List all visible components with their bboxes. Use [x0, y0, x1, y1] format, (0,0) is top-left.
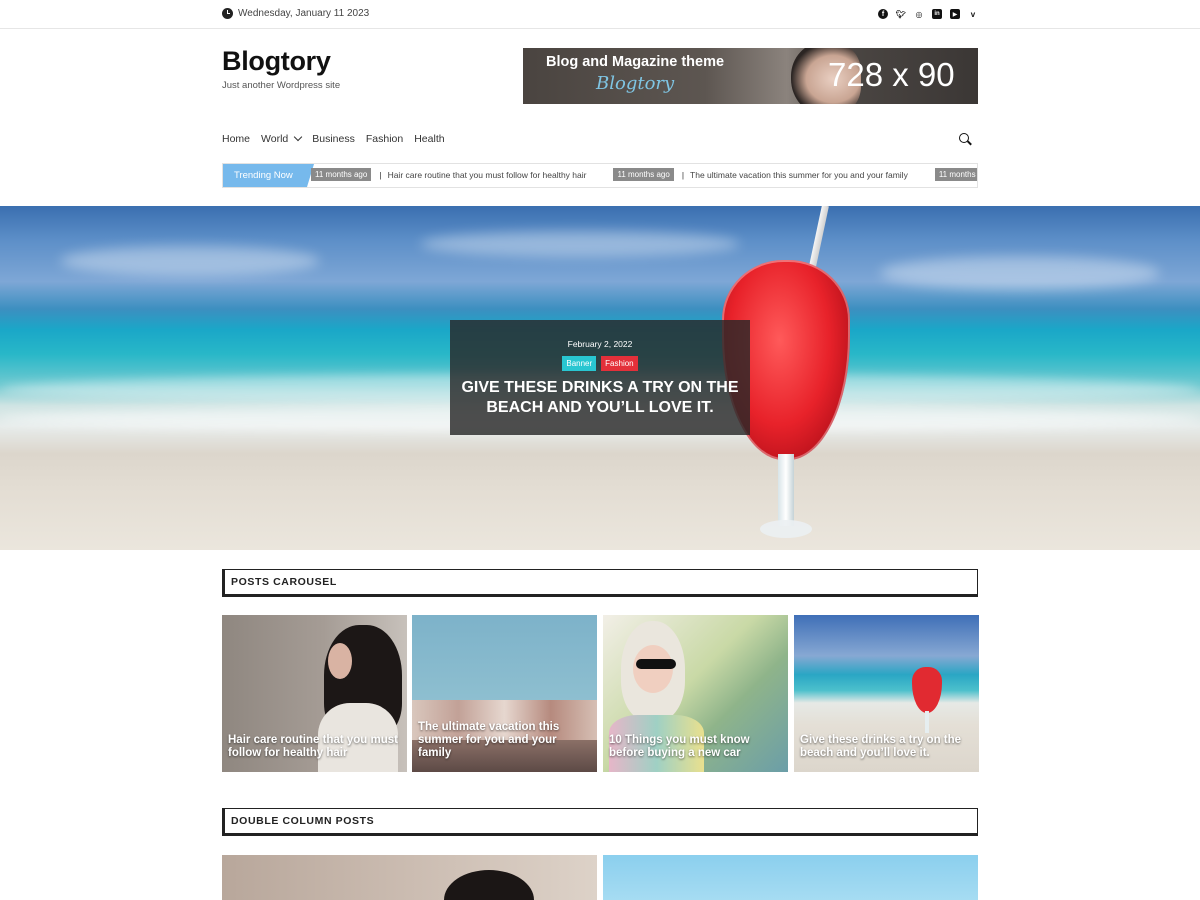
card-image-stem — [925, 711, 929, 733]
nav-item-home[interactable]: Home — [222, 133, 250, 145]
category-badge-banner[interactable]: Banner — [562, 356, 597, 371]
section-header-carousel: POSTS CAROUSEL — [222, 569, 978, 597]
chevron-down-icon — [294, 132, 303, 142]
carousel-card-title[interactable]: Give these drinks a try on the beach and… — [800, 734, 973, 760]
trending-link[interactable]: The ultimate vacation this summer for yo… — [690, 170, 908, 180]
category-badge-fashion[interactable]: Fashion — [601, 356, 638, 371]
section-header-double-column: DOUBLE COLUMN POSTS — [222, 808, 978, 836]
section-title: POSTS CAROUSEL — [231, 576, 337, 588]
carousel-card-title[interactable]: The ultimate vacation this summer for yo… — [418, 721, 591, 760]
hero-card: February 2, 2022 Banner Fashion GIVE THE… — [450, 320, 750, 435]
carousel-card[interactable]: Hair care routine that you must follow f… — [222, 615, 407, 772]
social-links: f 🐦︎ ◎ in ▶ v — [878, 9, 978, 19]
trending-bar: Trending Now 11 months ago | Hair care r… — [222, 163, 978, 188]
hero-cloud — [420, 231, 740, 257]
carousel-card-title[interactable]: 10 Things you must know before buying a … — [609, 734, 782, 760]
site-tagline: Just another Wordpress site — [222, 80, 341, 91]
ad-line-1: Blog and Magazine theme — [546, 54, 725, 70]
post-image-hair — [444, 870, 534, 900]
nav-item-world[interactable]: World — [261, 132, 303, 145]
vimeo-icon[interactable]: v — [968, 9, 978, 19]
card-image-face — [328, 643, 352, 679]
nav-item-world-label: World — [261, 133, 289, 145]
ad-size: 728 x 90 — [828, 56, 955, 93]
card-image — [912, 667, 942, 713]
section-title: DOUBLE COLUMN POSTS — [231, 815, 375, 827]
double-column-post-image[interactable] — [603, 855, 978, 900]
hero-cloud — [880, 256, 1160, 290]
carousel-card[interactable]: Give these drinks a try on the beach and… — [794, 615, 979, 772]
carousel-card-title[interactable]: Hair care routine that you must follow f… — [228, 734, 401, 760]
double-column-post-image[interactable] — [222, 855, 597, 900]
linkedin-icon[interactable]: in — [932, 9, 942, 19]
trending-time: 11 months ago — [934, 168, 977, 181]
nav-item-health[interactable]: Health — [414, 133, 444, 145]
trending-link[interactable]: Hair care routine that you must follow f… — [388, 170, 587, 180]
trending-time: 11 months ago — [613, 168, 674, 181]
trending-time: 11 months ago — [311, 168, 372, 181]
main-nav: Home World Business Fashion Health — [222, 132, 445, 145]
site-title[interactable]: Blogtory — [222, 46, 331, 77]
trending-label: Trending Now — [223, 164, 314, 187]
hero-banner[interactable]: February 2, 2022 Banner Fashion GIVE THE… — [0, 206, 1200, 550]
nav-item-fashion[interactable]: Fashion — [366, 133, 403, 145]
clock-icon — [222, 8, 233, 19]
search-icon[interactable] — [959, 133, 972, 146]
youtube-icon[interactable]: ▶ — [950, 9, 960, 19]
ad-line-2: Blogtory — [596, 73, 675, 94]
ad-banner[interactable]: Blog and Magazine theme Blogtory 728 x 9… — [523, 48, 978, 104]
trending-separator: | — [379, 169, 382, 180]
card-image-face — [633, 645, 673, 693]
hero-headline[interactable]: GIVE THESE DRINKS A TRY ON THE BEACH AND… — [450, 378, 750, 418]
twitter-icon[interactable]: 🐦︎ — [896, 9, 906, 19]
current-date: Wednesday, January 11 2023 — [222, 8, 369, 19]
trending-ticker: 11 months ago | Hair care routine that y… — [311, 168, 977, 181]
carousel-card[interactable]: 10 Things you must know before buying a … — [603, 615, 788, 772]
card-image-glasses — [636, 659, 676, 669]
carousel-card[interactable]: The ultimate vacation this summer for yo… — [412, 615, 597, 772]
instagram-icon[interactable]: ◎ — [914, 9, 924, 19]
hero-categories: Banner Fashion — [450, 356, 750, 371]
trending-separator: | — [681, 169, 685, 180]
date-text: Wednesday, January 11 2023 — [238, 8, 370, 19]
hero-cloud — [60, 246, 320, 276]
hero-date: February 2, 2022 — [567, 339, 633, 349]
top-bar: Wednesday, January 11 2023 f 🐦︎ ◎ in ▶ v — [0, 0, 1200, 29]
facebook-icon[interactable]: f — [878, 9, 888, 19]
nav-item-business[interactable]: Business — [312, 133, 355, 145]
